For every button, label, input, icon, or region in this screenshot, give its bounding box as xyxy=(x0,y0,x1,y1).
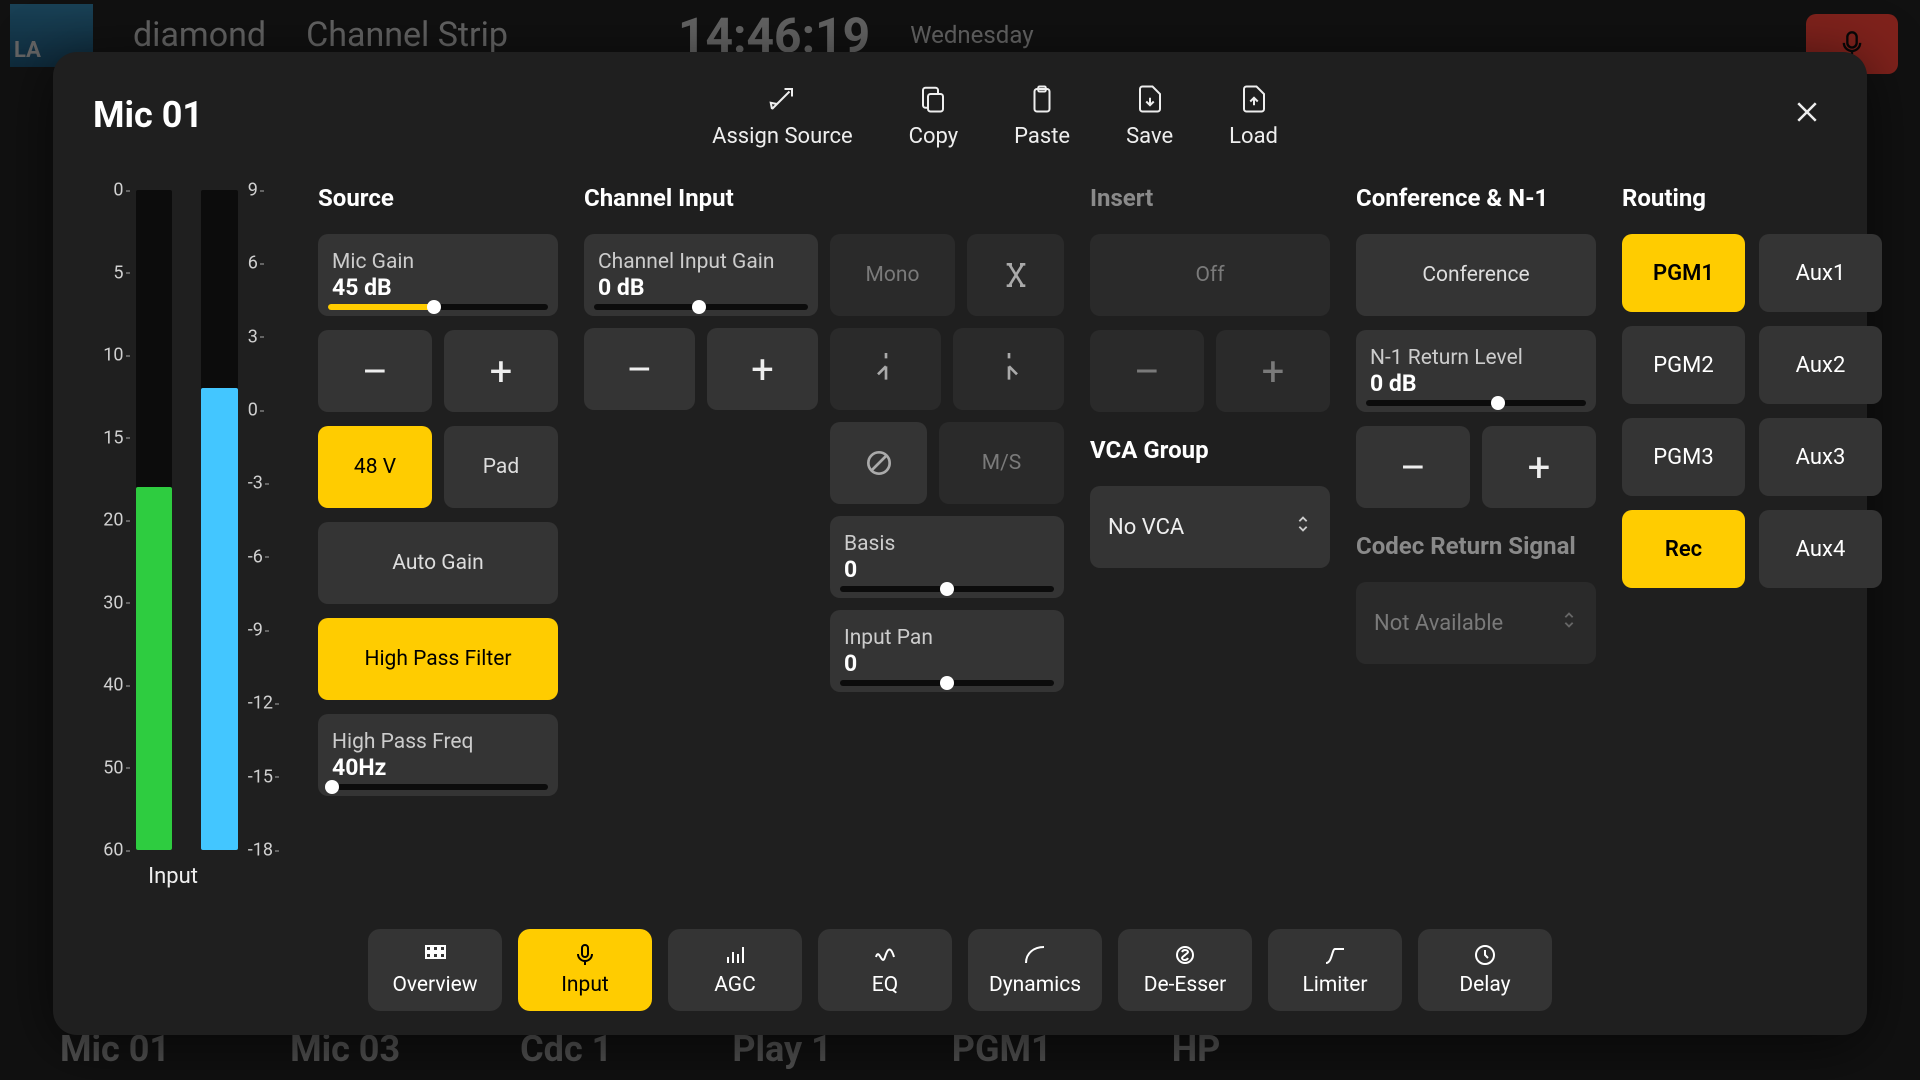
high-pass-filter-button[interactable]: High Pass Filter xyxy=(318,618,558,700)
tab-agc[interactable]: AGC xyxy=(668,929,802,1011)
insert-plus-button[interactable]: + xyxy=(1216,330,1330,412)
tab-limiter[interactable]: Limiter xyxy=(1268,929,1402,1011)
conference-button[interactable]: Conference xyxy=(1356,234,1596,316)
conference-column: Conference & N-1 Conference N-1 Return L… xyxy=(1356,184,1596,919)
routing-column: Routing PGM1Aux1PGM2Aux2PGM3Aux3RecAux4 xyxy=(1622,184,1882,919)
vca-title: VCA Group xyxy=(1090,436,1330,466)
n1-minus-button[interactable]: – xyxy=(1356,426,1470,508)
mic-gain-control[interactable]: Mic Gain 45 dB xyxy=(318,234,558,316)
tab-overview[interactable]: Overview xyxy=(368,929,502,1011)
bd-label-1: diamond xyxy=(133,15,266,55)
tab-dynamics[interactable]: Dynamics xyxy=(968,929,1102,1011)
route-aux2-button[interactable]: Aux2 xyxy=(1759,326,1882,404)
input-meters: 0510152030405060 9630-3-6-9-12-15-18 Inp… xyxy=(93,184,288,919)
split-right-icon xyxy=(993,353,1025,385)
paste-button[interactable]: Paste xyxy=(1014,84,1070,149)
channel-input-column: Channel Input Channel Input Gain 0 dB Mo… xyxy=(584,184,1064,919)
phase-icon xyxy=(863,447,895,479)
routing-title: Routing xyxy=(1622,184,1882,214)
paste-label: Paste xyxy=(1014,124,1070,149)
meter-scale-left: 0510152030405060 xyxy=(93,190,132,850)
bottom-tabs: OverviewInputAGCEQDynamicsDe-EsserLimite… xyxy=(93,929,1827,1011)
save-button[interactable]: Save xyxy=(1126,84,1173,149)
bd-label-2: Channel Strip xyxy=(306,15,508,55)
meter-bar-right xyxy=(201,190,238,850)
basis-control[interactable]: Basis 0 xyxy=(830,516,1064,598)
ms-button[interactable]: M/S xyxy=(939,422,1064,504)
swap-icon xyxy=(1000,259,1032,291)
meter-scale-right: 9630-3-6-9-12-15-18 xyxy=(242,190,288,850)
phantom-48v-button[interactable]: 48 V xyxy=(318,426,432,508)
mono-button[interactable]: Mono xyxy=(830,234,955,316)
insert-title: Insert xyxy=(1090,184,1330,214)
route-aux4-button[interactable]: Aux4 xyxy=(1759,510,1882,588)
load-label: Load xyxy=(1229,124,1278,149)
insert-off-button[interactable]: Off xyxy=(1090,234,1330,316)
source-column: Source Mic Gain 45 dB – + 48 V Pad xyxy=(318,184,558,919)
copy-button[interactable]: Copy xyxy=(909,84,959,149)
vca-group-dropdown[interactable]: No VCA xyxy=(1090,486,1330,568)
split-right-button[interactable] xyxy=(953,328,1064,410)
modal-title: Mic 01 xyxy=(93,84,203,136)
chevron-updown-icon xyxy=(1292,509,1314,545)
channel-input-title: Channel Input xyxy=(584,184,1064,214)
route-rec-button[interactable]: Rec xyxy=(1622,510,1745,588)
tab-input[interactable]: Input xyxy=(518,929,652,1011)
assign-source-label: Assign Source xyxy=(712,124,853,149)
tab-delay[interactable]: Delay xyxy=(1418,929,1552,1011)
route-aux3-button[interactable]: Aux3 xyxy=(1759,418,1882,496)
tab-eq[interactable]: EQ xyxy=(818,929,952,1011)
source-title: Source xyxy=(318,184,558,214)
channel-gain-plus-button[interactable]: + xyxy=(707,328,818,410)
conference-title: Conference & N-1 xyxy=(1356,184,1596,214)
route-pgm1-button[interactable]: PGM1 xyxy=(1622,234,1745,312)
assign-source-button[interactable]: Assign Source xyxy=(712,84,853,149)
day-label: Wednesday xyxy=(910,21,1033,49)
close-button[interactable] xyxy=(1787,92,1827,132)
tab-de-esser[interactable]: De-Esser xyxy=(1118,929,1252,1011)
n1-plus-button[interactable]: + xyxy=(1482,426,1596,508)
mic-gain-plus-button[interactable]: + xyxy=(444,330,558,412)
meter-bar-left xyxy=(136,190,173,850)
codec-return-title: Codec Return Signal xyxy=(1356,532,1596,562)
route-pgm2-button[interactable]: PGM2 xyxy=(1622,326,1745,404)
route-aux1-button[interactable]: Aux1 xyxy=(1759,234,1882,312)
high-pass-freq-control[interactable]: High Pass Freq 40Hz xyxy=(318,714,558,796)
swap-lr-button[interactable] xyxy=(967,234,1064,316)
n1-return-level-control[interactable]: N-1 Return Level 0 dB xyxy=(1356,330,1596,412)
save-label: Save xyxy=(1126,124,1173,149)
meter-label: Input xyxy=(93,864,253,889)
split-left-icon xyxy=(870,353,902,385)
input-pan-control[interactable]: Input Pan 0 xyxy=(830,610,1064,692)
chevron-updown-icon xyxy=(1558,605,1580,641)
copy-label: Copy xyxy=(909,124,959,149)
insert-vca-column: Insert Off – + VCA Group No VCA xyxy=(1090,184,1330,919)
channel-gain-minus-button[interactable]: – xyxy=(584,328,695,410)
mic-gain-minus-button[interactable]: – xyxy=(318,330,432,412)
auto-gain-button[interactable]: Auto Gain xyxy=(318,522,558,604)
phase-invert-button[interactable] xyxy=(830,422,927,504)
split-left-button[interactable] xyxy=(830,328,941,410)
codec-return-dropdown: Not Available xyxy=(1356,582,1596,664)
pad-button[interactable]: Pad xyxy=(444,426,558,508)
channel-strip-modal: Mic 01 Assign Source Copy Paste Save Loa… xyxy=(53,52,1867,1035)
route-pgm3-button[interactable]: PGM3 xyxy=(1622,418,1745,496)
load-button[interactable]: Load xyxy=(1229,84,1278,149)
channel-input-gain-control[interactable]: Channel Input Gain 0 dB xyxy=(584,234,818,316)
insert-minus-button[interactable]: – xyxy=(1090,330,1204,412)
